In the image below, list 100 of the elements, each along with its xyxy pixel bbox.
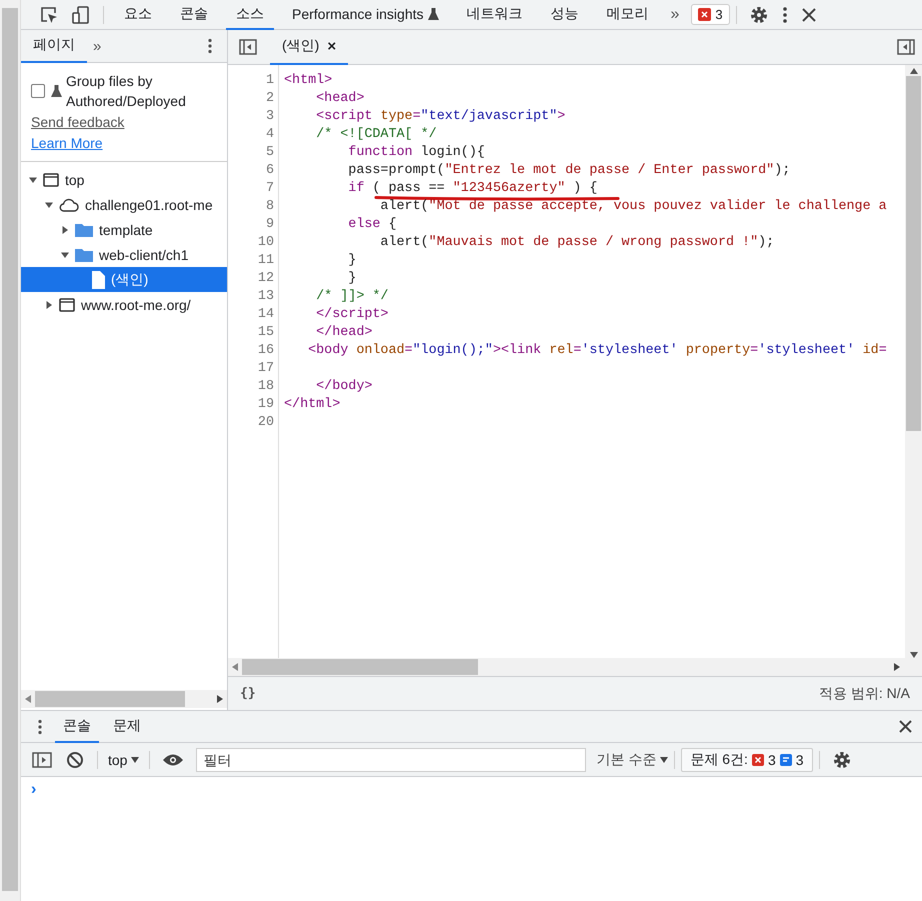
scroll-right-icon[interactable] <box>217 695 223 703</box>
tree-item-label: (색인) <box>111 270 148 288</box>
message-count: 3 <box>796 752 804 768</box>
learn-more-link[interactable]: Learn More <box>31 133 103 153</box>
line-number: 14 <box>256 306 274 322</box>
line-number: 7 <box>264 180 274 196</box>
settings-icon[interactable] <box>750 6 768 24</box>
frame-icon <box>43 172 59 186</box>
cloud-icon <box>59 198 79 212</box>
code-line: if ( pass == "123456azerty" ) { <box>347 180 598 196</box>
line-number: 4 <box>264 126 274 142</box>
code-line: /* ]]> */ <box>315 288 388 304</box>
navigator-tab[interactable]: 페이지 <box>21 30 87 62</box>
code-line: <html> <box>284 72 332 88</box>
line-number: 11 <box>256 252 274 268</box>
more-icon[interactable] <box>37 718 43 734</box>
checkbox[interactable] <box>31 84 45 98</box>
sidebar-toggle-icon[interactable] <box>32 752 52 768</box>
code-line: alert("Mot de passe accepte, vous pouvez valider le challenge a <box>379 198 887 214</box>
filter-field[interactable]: 필터 <box>196 748 586 772</box>
context-dropdown[interactable]: top <box>104 752 144 768</box>
coverage-label: 적용 범위: N/A <box>818 684 910 702</box>
triangle-icon[interactable] <box>61 250 69 258</box>
vertical-scrollbar[interactable] <box>905 65 922 658</box>
folder-icon <box>75 248 93 262</box>
tree-item[interactable]: web-client/ch1 <box>21 242 227 267</box>
more-tabs-button[interactable]: » <box>670 6 680 24</box>
panel-tab[interactable]: 콘솔 <box>170 0 218 30</box>
feedback-link[interactable]: Send feedback <box>31 112 124 132</box>
frame-icon <box>59 298 75 312</box>
error-count: 3 <box>768 752 776 768</box>
more-icon[interactable] <box>207 38 213 54</box>
panel-tab[interactable]: 메모리 <box>596 0 659 30</box>
sidebar-toggle-icon[interactable] <box>239 39 257 55</box>
triangle-icon[interactable] <box>45 300 53 308</box>
page-scrollbar[interactable] <box>0 0 21 901</box>
line-number: 1 <box>264 72 274 88</box>
tree-item[interactable]: (색인) <box>21 267 227 292</box>
panel-tab[interactable]: Performance insights <box>282 0 449 30</box>
issues-button[interactable]: 문제 6건: 3 3 <box>681 748 813 772</box>
line-number: 9 <box>264 216 274 232</box>
code-line: alert("Mauvais mot de passe / wrong password !"); <box>379 234 774 250</box>
panel-tab[interactable]: 네트워크 <box>456 0 533 30</box>
more-tabs-button[interactable]: » <box>93 38 102 54</box>
scroll-left-icon[interactable] <box>232 663 238 671</box>
console-prompt[interactable]: › <box>31 781 36 798</box>
message-icon <box>780 754 792 766</box>
close-icon[interactable] <box>899 720 912 733</box>
panel-tab[interactable]: 성능 <box>540 0 589 30</box>
code-line: } <box>347 270 356 286</box>
more-icon[interactable] <box>782 6 788 24</box>
tree-item[interactable]: template <box>21 217 227 242</box>
drawer-tab[interactable]: 문제 <box>105 710 149 742</box>
line-number: 6 <box>264 162 274 178</box>
close-icon[interactable] <box>802 8 816 22</box>
horizontal-scrollbar[interactable] <box>21 690 227 708</box>
code-line: else { <box>347 216 397 232</box>
triangle-icon[interactable] <box>29 176 37 184</box>
tree-item[interactable]: www.root-me.org/ <box>21 292 227 317</box>
settings-icon[interactable] <box>832 750 851 768</box>
line-number: 17 <box>256 360 274 376</box>
error-count-button[interactable]: 3 <box>691 4 730 25</box>
code-line: </head> <box>315 324 372 340</box>
sidebar-toggle-icon[interactable] <box>897 39 915 55</box>
pretty-print-button[interactable]: {} <box>240 686 256 701</box>
error-icon <box>752 754 764 766</box>
panel-tab[interactable]: 요소 <box>114 0 162 30</box>
line-number: 13 <box>256 288 274 304</box>
close-tab-button[interactable]: × <box>327 38 336 54</box>
triangle-icon[interactable] <box>61 226 69 234</box>
error-icon <box>698 8 712 21</box>
triangle-icon[interactable] <box>45 200 53 208</box>
scroll-up-icon[interactable] <box>910 68 918 74</box>
log-levels-dropdown[interactable]: 기본 수준 <box>596 750 668 768</box>
issues-label: 문제 6건: <box>690 750 748 768</box>
code-line: </body> <box>315 378 372 394</box>
tree-item-label: challenge01.root-me <box>85 196 213 212</box>
tree-item[interactable]: top <box>21 167 227 192</box>
code-line: </html> <box>284 396 340 412</box>
caret-icon <box>660 756 668 762</box>
eye-icon[interactable] <box>163 752 184 766</box>
device-icon[interactable] <box>72 6 90 24</box>
scroll-right-icon[interactable] <box>894 663 900 671</box>
horizontal-scrollbar[interactable] <box>228 658 922 676</box>
line-number: 18 <box>256 378 274 394</box>
tree-item-label: web-client/ch1 <box>99 246 188 262</box>
code-line: pass=prompt("Entrez le mot de passe / Enter password"); <box>347 162 790 178</box>
code-line: } <box>347 252 356 268</box>
tree-item[interactable]: challenge01.root-me <box>21 192 227 217</box>
code-line: <script type="text/javascript"> <box>315 108 566 124</box>
inspect-icon[interactable] <box>40 6 58 24</box>
tree-item-label: top <box>65 172 84 188</box>
caret-icon <box>131 756 140 762</box>
line-number: 8 <box>264 198 274 214</box>
flask-icon <box>51 85 62 97</box>
line-number: 20 <box>256 414 274 430</box>
line-number: 16 <box>256 342 274 358</box>
scroll-left-icon[interactable] <box>25 695 31 703</box>
clear-icon[interactable] <box>66 750 84 768</box>
code-line: <body onload="login();"><link rel='stylesheet' property='stylesheet' id= <box>307 342 887 358</box>
